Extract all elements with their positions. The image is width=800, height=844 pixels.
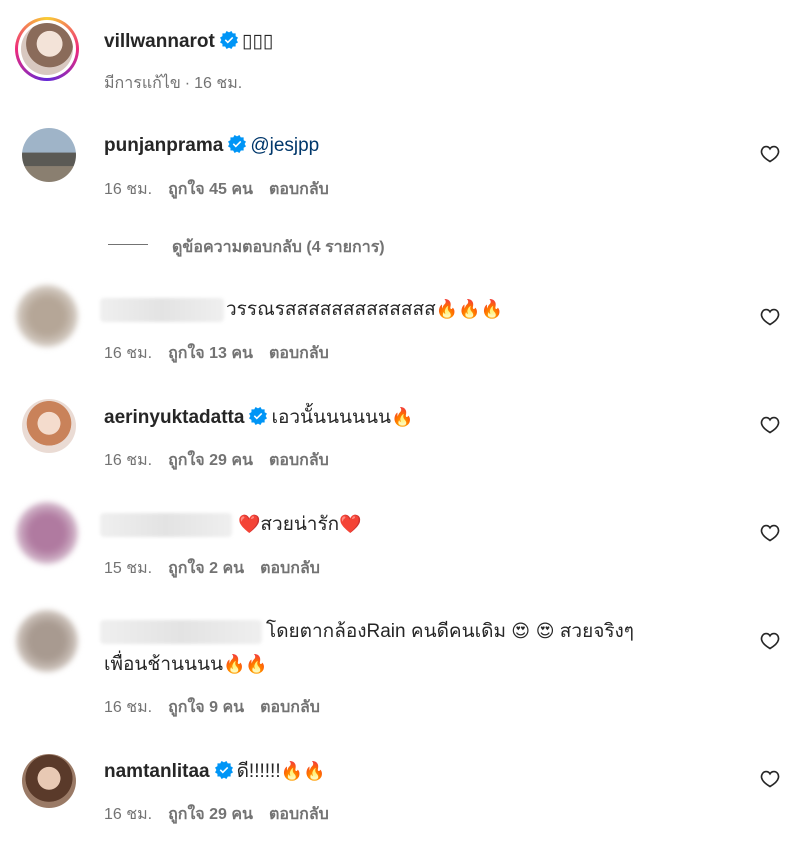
- avatar[interactable]: [22, 399, 76, 453]
- comment-line: aerinyuktadatta เอวนั้นนนนนน🔥: [104, 406, 413, 430]
- heart-outline-icon[interactable]: [760, 523, 780, 543]
- verified-badge-icon: [228, 135, 246, 153]
- heart-outline-icon[interactable]: [760, 631, 780, 651]
- comment-meta: 15 ชม. ถูกใจ 2 คน ตอบกลับ: [104, 556, 336, 581]
- reply-button[interactable]: ตอบกลับ: [269, 806, 329, 823]
- post-meta: มีการแก้ไข · 16 ชม.: [104, 75, 243, 92]
- reply-button[interactable]: ตอบกลับ: [260, 560, 320, 577]
- comment-username-redacted: [100, 298, 224, 322]
- comment-line: namtanlitaa ดี!!!!!!🔥🔥: [104, 760, 325, 784]
- post-caption: ▯▯▯: [241, 31, 274, 52]
- view-replies-button[interactable]: ดูข้อความตอบกลับ (4 รายการ): [172, 235, 385, 260]
- comment-emoji: 🔥🔥🔥: [435, 299, 503, 320]
- comment-username[interactable]: aerinyuktadatta: [104, 407, 244, 428]
- comment-line: โดยตากล้องRain คนดีคนเดิม 😍 😍 สวยจริงๆ: [266, 620, 634, 644]
- comment-time[interactable]: 16 ชม.: [104, 181, 152, 198]
- replies-divider: [108, 244, 148, 245]
- avatar[interactable]: [22, 128, 76, 182]
- mention-link[interactable]: @jesjpp: [250, 135, 319, 156]
- comment-time[interactable]: 16 ชม.: [104, 452, 152, 469]
- comment-text: โดยตากล้องRain คนดีคนเดิม: [266, 621, 506, 642]
- comment-meta: 16 ชม. ถูกใจ 13 คน ตอบกลับ: [104, 341, 345, 366]
- comment-text: สวยน่ารัก: [260, 514, 340, 535]
- comment-emoji: 🔥🔥: [222, 654, 268, 675]
- reply-button[interactable]: ตอบกลับ: [260, 699, 320, 716]
- comment-likes[interactable]: ถูกใจ 2 คน: [168, 560, 244, 577]
- avatar[interactable]: [16, 285, 78, 347]
- comment-text: เพื่อนช้านนนน: [104, 654, 223, 675]
- comment-emoji: 🔥🔥: [280, 761, 326, 782]
- comment-emoji: 😍 😍: [511, 621, 555, 642]
- post-author-avatar[interactable]: [15, 17, 79, 81]
- comment-username-redacted: [100, 620, 262, 644]
- comment-text: สวยจริงๆ: [559, 621, 635, 642]
- reply-button[interactable]: ตอบกลับ: [269, 181, 329, 198]
- comment-line: ❤️สวยน่ารัก❤️: [238, 513, 362, 537]
- heart-outline-icon[interactable]: [760, 769, 780, 789]
- comment-emoji: ❤️: [238, 514, 261, 535]
- comment-username-redacted: [100, 513, 232, 537]
- comment-line-2: เพื่อนช้านนนน🔥🔥: [104, 653, 268, 677]
- comment-likes[interactable]: ถูกใจ 29 คน: [168, 806, 253, 823]
- comment-likes[interactable]: ถูกใจ 45 คน: [168, 181, 253, 198]
- comment-likes[interactable]: ถูกใจ 29 คน: [168, 452, 253, 469]
- heart-outline-icon[interactable]: [760, 415, 780, 435]
- avatar[interactable]: [16, 610, 78, 672]
- edited-label: มีการแก้ไข: [104, 75, 181, 92]
- heart-outline-icon[interactable]: [760, 144, 780, 164]
- comment-emoji: 🔥: [390, 407, 414, 428]
- comment-line: วรรณรสสสสสสสสสสสสส🔥🔥🔥: [226, 298, 503, 322]
- comment-meta: 16 ชม. ถูกใจ 29 คน ตอบกลับ: [104, 802, 345, 827]
- comment-likes[interactable]: ถูกใจ 9 คน: [168, 699, 244, 716]
- comment-likes[interactable]: ถูกใจ 13 คน: [168, 345, 253, 362]
- comment-time[interactable]: 16 ชม.: [104, 699, 152, 716]
- comment-text: ดี!!!!!!: [236, 761, 281, 782]
- comment-meta: 16 ชม. ถูกใจ 9 คน ตอบกลับ: [104, 695, 336, 720]
- comment-meta: 16 ชม. ถูกใจ 45 คน ตอบกลับ: [104, 177, 345, 202]
- comment-time[interactable]: 15 ชม.: [104, 560, 152, 577]
- verified-badge-icon: [215, 761, 233, 779]
- comment-time[interactable]: 16 ชม.: [104, 806, 152, 823]
- comment-username[interactable]: namtanlitaa: [104, 761, 210, 782]
- reply-button[interactable]: ตอบกลับ: [269, 452, 329, 469]
- comment-text: วรรณรสสสสสสสสสสสสส: [226, 299, 436, 320]
- comment-emoji: ❤️: [339, 514, 362, 535]
- comment-meta: 16 ชม. ถูกใจ 29 คน ตอบกลับ: [104, 448, 345, 473]
- avatar[interactable]: [16, 502, 78, 564]
- comment-time[interactable]: 16 ชม.: [104, 345, 152, 362]
- reply-button[interactable]: ตอบกลับ: [269, 345, 329, 362]
- post-author-username[interactable]: villwannarot: [104, 31, 215, 52]
- comment-line: punjanprama @jesjpp: [104, 134, 319, 158]
- verified-badge-icon: [249, 407, 267, 425]
- post-caption-line: villwannarot ▯▯▯: [104, 30, 273, 54]
- comment-text: เอวนั้นนนนนน: [271, 407, 391, 428]
- heart-outline-icon[interactable]: [760, 307, 780, 327]
- comment-username[interactable]: punjanprama: [104, 135, 223, 156]
- post-time: 16 ชม.: [194, 75, 243, 92]
- verified-badge-icon: [220, 31, 238, 49]
- avatar[interactable]: [22, 754, 76, 808]
